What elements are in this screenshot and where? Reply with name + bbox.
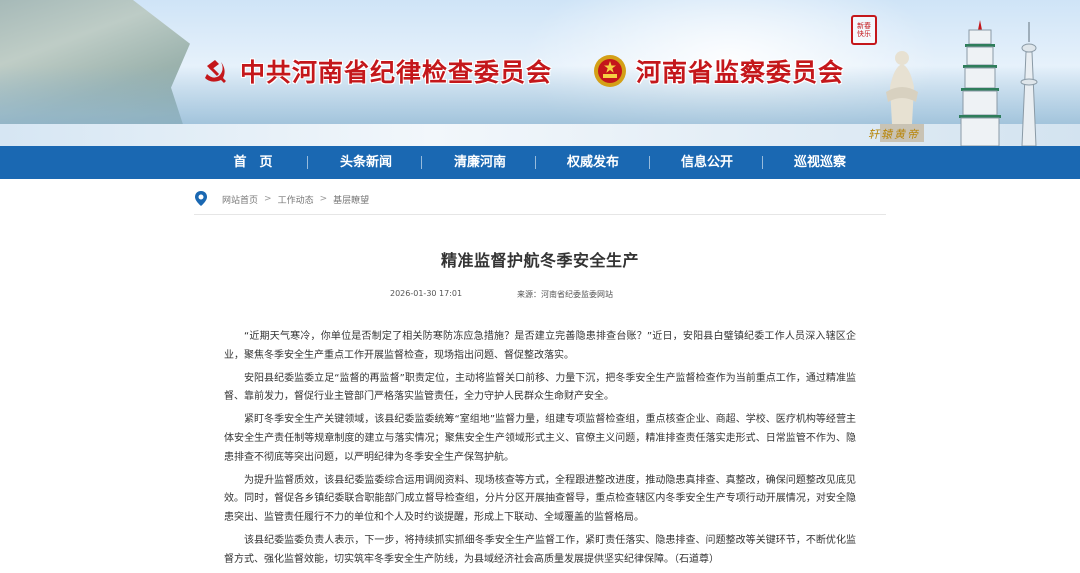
article-title: 精准监督护航冬季安全生产 bbox=[440, 251, 639, 270]
article-paragraph: 紧盯冬季安全生产关键领域，该县纪委监委统筹“室组地”监督力量，组建专项监督检查组… bbox=[224, 414, 856, 463]
nav-item-headlines[interactable]: 头条新闻 bbox=[316, 146, 416, 179]
breadcrumb: 网站首页 > 工作动态 > 基层瞭望 bbox=[194, 191, 369, 207]
nav-divider bbox=[762, 156, 763, 169]
national-emblem-icon bbox=[592, 53, 628, 89]
header-banner: 中共河南省纪律检查委员会 河南省监察委员会 新春 快乐 轩辕黄帝 bbox=[0, 0, 1080, 146]
article-body: “近期天气寒冷，你单位是否制定了相关防寒防冻应急措施？是否建立完善隐患排查台账？… bbox=[224, 328, 856, 573]
main-nav: 首 页 头条新闻 清廉河南 权威发布 信息公开 巡视巡察 bbox=[0, 146, 1080, 179]
supervision-commission-title: 河南省监察委员会 bbox=[636, 58, 845, 87]
breadcrumb-work-news[interactable]: 工作动态 bbox=[278, 193, 314, 206]
breadcrumb-separator: > bbox=[319, 194, 328, 204]
pagoda-tower-image bbox=[959, 20, 1001, 146]
calligraphy-text: 轩辕黄帝 bbox=[868, 128, 920, 141]
breadcrumb-home[interactable]: 网站首页 bbox=[222, 193, 258, 206]
nav-item-home[interactable]: 首 页 bbox=[203, 146, 303, 179]
breadcrumb-current[interactable]: 基层瞭望 bbox=[333, 193, 369, 206]
article-paragraph: 为提升监督质效，该县纪委监委综合运用调阅资料、现场核查等方式，全程跟进整改进度，… bbox=[224, 474, 856, 524]
nav-inner: 首 页 头条新闻 清廉河南 权威发布 信息公开 巡视巡察 bbox=[0, 146, 1080, 179]
nav-divider bbox=[535, 156, 536, 169]
article-paragraph: 该县纪委监委负责人表示，下一步，将持续抓实抓细冬季安全生产监督工作，紧盯责任落实… bbox=[224, 534, 856, 565]
breadcrumb-separator: > bbox=[264, 194, 272, 204]
nav-item-official-release[interactable]: 权威发布 bbox=[543, 146, 643, 179]
article-date: 2026-01-30 17:01 bbox=[390, 289, 463, 298]
cpc-commission-title: 中共河南省纪律检查委员会 bbox=[240, 58, 553, 87]
party-emblem-icon bbox=[196, 53, 232, 89]
article-source: 来源：河南省纪委监委网站 bbox=[517, 290, 613, 299]
article-paragraph: 安阳县纪委监委立足“监督的再监督”职责定位，主动将监督关口前移、力量下沉，把冬季… bbox=[224, 372, 856, 403]
supervision-title-group: 河南省监察委员会 bbox=[592, 53, 844, 89]
nav-divider bbox=[307, 156, 308, 169]
nav-divider bbox=[421, 156, 422, 169]
cpc-title-group: 中共河南省纪律检查委员会 bbox=[196, 53, 552, 89]
nav-item-info-disclosure[interactable]: 信息公开 bbox=[657, 146, 757, 179]
breadcrumb-divider bbox=[194, 214, 886, 215]
tv-tower-image bbox=[1020, 22, 1038, 146]
nav-item-clean-henan[interactable]: 清廉河南 bbox=[430, 146, 530, 179]
nav-divider bbox=[649, 156, 650, 169]
nav-item-inspection[interactable]: 巡视巡察 bbox=[770, 146, 870, 179]
location-pin-icon bbox=[195, 191, 207, 206]
article-paragraph: “近期天气寒冷，你单位是否制定了相关防寒防冻应急措施？是否建立完善隐患排查台账？… bbox=[224, 331, 856, 361]
